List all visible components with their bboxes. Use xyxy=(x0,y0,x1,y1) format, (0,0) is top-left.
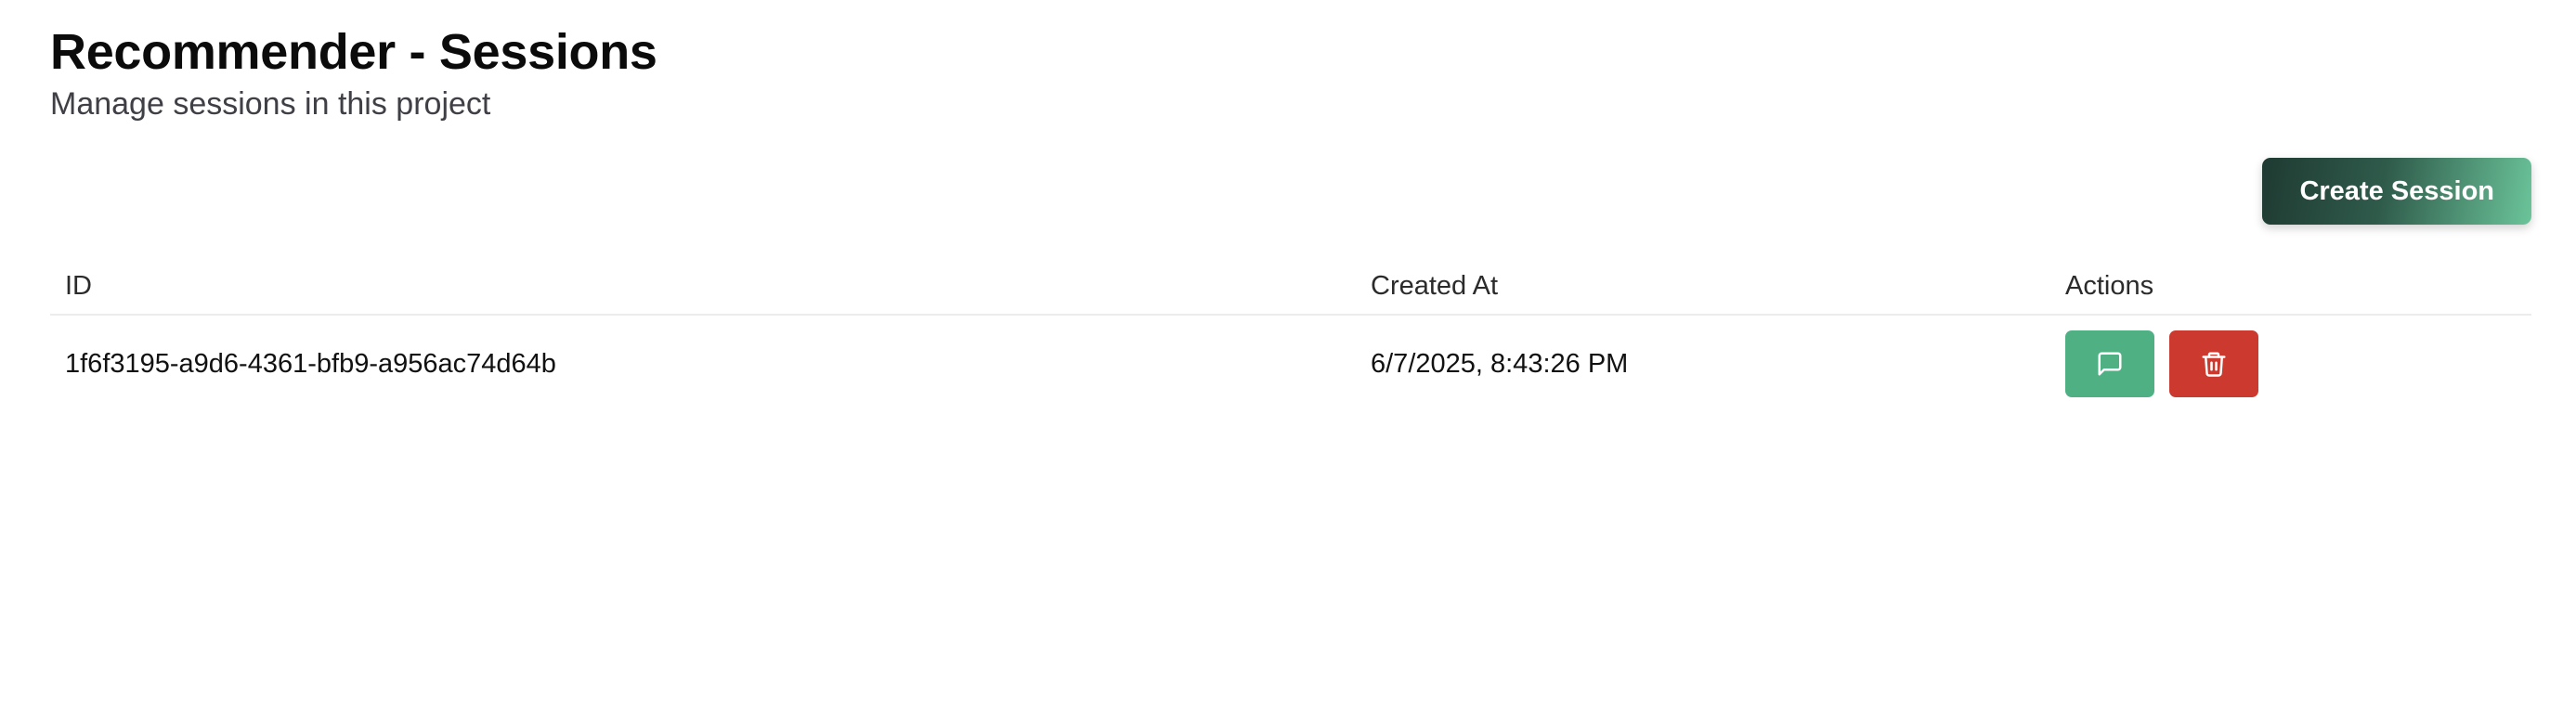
actions-cell xyxy=(2050,315,2531,412)
message-square-icon xyxy=(2098,352,2122,376)
sessions-page: Recommender - Sessions Manage sessions i… xyxy=(0,0,2576,711)
column-header-created-at: Created At xyxy=(1356,258,2050,316)
table-header-row: ID Created At Actions xyxy=(50,258,2531,316)
session-id-cell: 1f6f3195-a9d6-4361-bfb9-a956ac74d64b xyxy=(65,348,556,379)
created-at-cell: 6/7/2025, 8:43:26 PM xyxy=(1371,348,1629,379)
column-header-id: ID xyxy=(50,258,1356,316)
trash-icon xyxy=(2202,352,2226,377)
column-header-actions: Actions xyxy=(2050,258,2531,316)
delete-session-button[interactable] xyxy=(2169,330,2258,397)
page-title: Recommender - Sessions xyxy=(50,24,657,80)
sessions-table: ID Created At Actions 1f6f3195-a9d6-4361… xyxy=(50,258,2531,412)
toolbar: Create Session xyxy=(50,158,2531,225)
page-subtitle: Manage sessions in this project xyxy=(50,86,491,122)
open-chat-button[interactable] xyxy=(2065,330,2154,397)
create-session-button[interactable]: Create Session xyxy=(2262,158,2531,225)
table-row: 1f6f3195-a9d6-4361-bfb9-a956ac74d64b 6/7… xyxy=(50,315,2531,412)
